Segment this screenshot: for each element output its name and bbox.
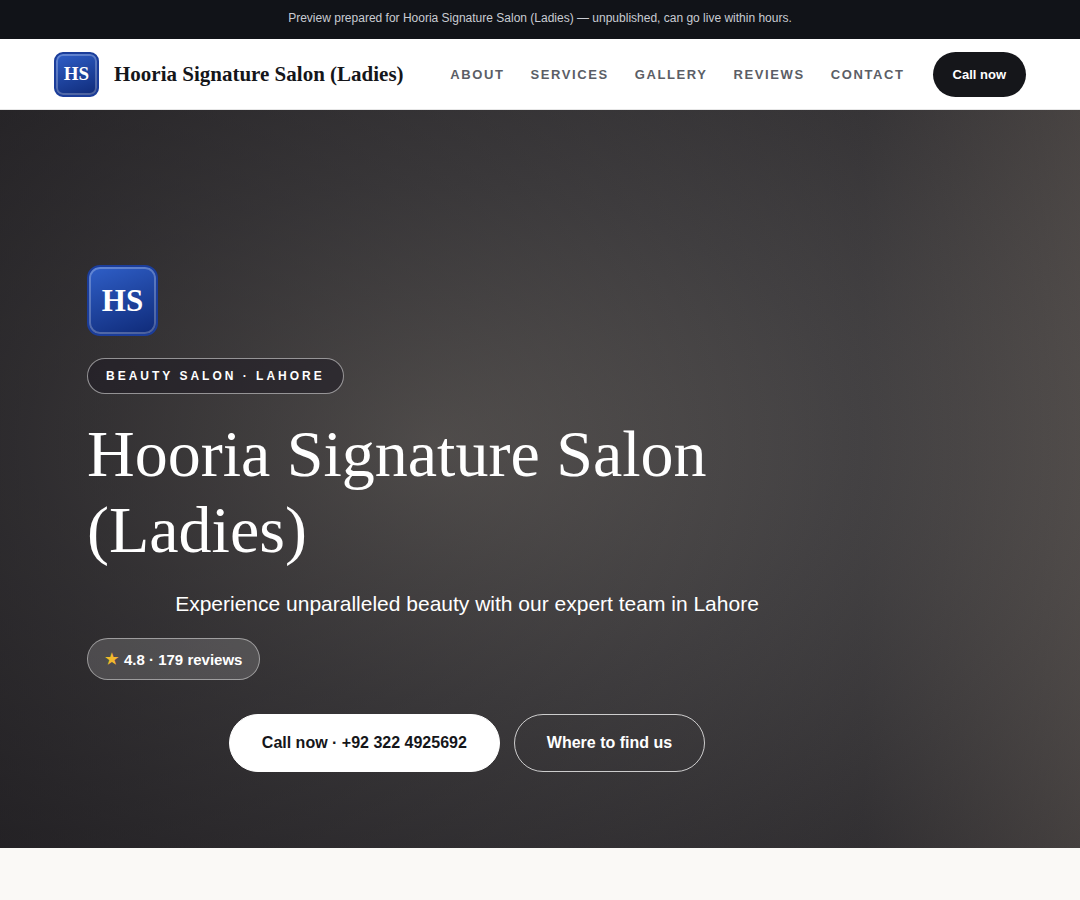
hero-button[interactable]: Where to find us: [514, 714, 705, 772]
hero-subtitle: Experience unparalleled beauty with our …: [87, 592, 847, 616]
category-badge: BEAUTY SALON · LAHORE: [87, 358, 344, 394]
nav-link[interactable]: CONTACT: [831, 67, 905, 82]
brand-name: Hooria Signature Salon (Ladies): [114, 62, 404, 87]
star-icon: ★: [105, 650, 118, 668]
rating-badge: ★ 4.8 · 179 reviews: [87, 638, 260, 680]
hero-logo-icon: HS: [87, 265, 158, 336]
hero-content: HS BEAUTY SALON · LAHORE Hooria Signatur…: [87, 110, 847, 772]
nav-link[interactable]: SERVICES: [530, 67, 608, 82]
call-button[interactable]: Call now: [933, 52, 1026, 97]
nav-link[interactable]: REVIEWS: [734, 67, 805, 82]
main-nav: ABOUT SERVICES GALLERY REVIEWS CONTACT: [450, 67, 904, 82]
hero-title: Hooria Signature Salon (Ladies): [87, 416, 827, 568]
preview-banner: Preview prepared for Hooria Signature Sa…: [0, 0, 1080, 39]
nav-link[interactable]: ABOUT: [450, 67, 504, 82]
hero-buttons: Call now · +92 322 4925692Where to find …: [87, 714, 847, 772]
hero-button[interactable]: Call now · +92 322 4925692: [229, 714, 500, 772]
site-header: HS Hooria Signature Salon (Ladies) ABOUT…: [0, 39, 1080, 110]
page: Preview prepared for Hooria Signature Sa…: [0, 0, 1080, 900]
brand[interactable]: HS Hooria Signature Salon (Ladies): [54, 52, 404, 97]
nav-link[interactable]: GALLERY: [635, 67, 708, 82]
page-content: [0, 848, 1080, 900]
logo-icon: HS: [54, 52, 99, 97]
hero: HS BEAUTY SALON · LAHORE Hooria Signatur…: [0, 110, 1080, 848]
